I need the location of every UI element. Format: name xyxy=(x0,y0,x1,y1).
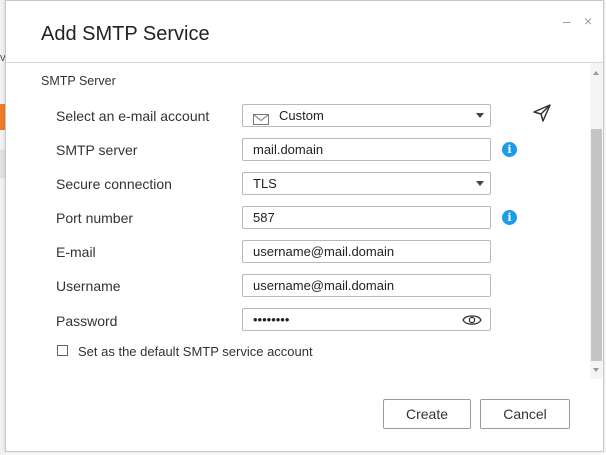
smtp-server-input[interactable]: mail.domain xyxy=(242,138,491,161)
scroll-up-arrow-icon[interactable] xyxy=(593,71,599,75)
close-icon[interactable]: × xyxy=(584,14,592,28)
scrollbar-thumb[interactable] xyxy=(591,129,602,361)
mail-icon xyxy=(253,110,269,131)
secure-connection-value: TLS xyxy=(253,176,277,191)
password-label: Password xyxy=(56,313,118,329)
password-input[interactable]: •••••••• xyxy=(242,308,491,331)
add-smtp-service-dialog: Add SMTP Service – × SMTP Server Select … xyxy=(5,0,604,452)
port-number-input[interactable]: 587 xyxy=(242,206,491,229)
eye-icon[interactable] xyxy=(462,312,482,333)
send-test-icon[interactable] xyxy=(532,103,552,128)
default-account-checkbox[interactable] xyxy=(57,345,68,356)
smtp-server-label: SMTP server xyxy=(56,142,138,158)
section-label-smtp-server: SMTP Server xyxy=(41,74,116,88)
secure-connection-select[interactable]: TLS xyxy=(242,172,491,195)
password-value: •••••••• xyxy=(253,312,290,327)
header-divider xyxy=(6,62,603,63)
cancel-button[interactable]: Cancel xyxy=(480,399,570,429)
username-label: Username xyxy=(56,278,121,294)
port-number-info-icon[interactable]: i xyxy=(502,210,517,225)
username-input[interactable]: username@mail.domain xyxy=(242,274,491,297)
dropdown-arrow-icon xyxy=(476,181,484,186)
dialog-title: Add SMTP Service xyxy=(41,23,210,45)
minimize-icon[interactable]: – xyxy=(563,14,571,28)
port-number-label: Port number xyxy=(56,210,134,226)
email-account-label: Select an e-mail account xyxy=(56,108,210,124)
dropdown-arrow-icon xyxy=(476,113,484,118)
email-input[interactable]: username@mail.domain xyxy=(242,240,491,263)
create-button[interactable]: Create xyxy=(383,399,471,429)
email-label: E-mail xyxy=(56,244,96,260)
email-account-select[interactable]: Custom xyxy=(242,104,491,127)
default-account-label[interactable]: Set as the default SMTP service account xyxy=(78,344,313,359)
scroll-down-arrow-icon[interactable] xyxy=(593,368,599,372)
smtp-server-info-icon[interactable]: i xyxy=(502,142,517,157)
email-account-value: Custom xyxy=(279,108,324,123)
secure-connection-label: Secure connection xyxy=(56,176,172,192)
